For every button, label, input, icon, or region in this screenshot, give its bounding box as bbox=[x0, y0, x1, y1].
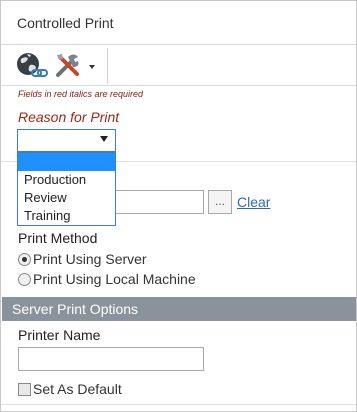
tools-menu-button[interactable] bbox=[53, 51, 97, 81]
required-fields-note: Fields in red italics are required bbox=[18, 89, 144, 99]
reason-for-print-label: Reason for Print bbox=[18, 109, 120, 125]
print-method-label: Print Method bbox=[18, 230, 98, 246]
server-print-options-header: Server Print Options bbox=[2, 297, 356, 321]
radio-button[interactable] bbox=[18, 252, 31, 266]
printer-name-label: Printer Name bbox=[18, 327, 101, 343]
dropdown-option-production[interactable]: Production bbox=[18, 171, 115, 189]
set-as-default-row[interactable]: Set As Default bbox=[18, 380, 122, 398]
toolbar bbox=[1, 46, 356, 86]
dropdown-option-blank[interactable] bbox=[18, 153, 115, 171]
dropdown-option-review[interactable]: Review bbox=[18, 189, 115, 207]
reason-select[interactable] bbox=[17, 129, 116, 152]
set-as-default-checkbox[interactable] bbox=[18, 382, 31, 396]
clear-link[interactable]: Clear bbox=[237, 194, 270, 210]
bottom-divider bbox=[1, 404, 356, 405]
dropdown-option-training[interactable]: Training bbox=[18, 207, 115, 225]
radio-print-local[interactable]: Print Using Local Machine bbox=[18, 270, 196, 288]
set-as-default-label: Set As Default bbox=[33, 381, 122, 397]
radio-button[interactable] bbox=[18, 272, 31, 286]
reason-dropdown-list: Production Review Training bbox=[17, 152, 116, 226]
toolbar-separator bbox=[107, 48, 108, 84]
chevron-down-icon bbox=[89, 65, 95, 69]
radio-label: Print Using Local Machine bbox=[33, 271, 196, 287]
tools-icon bbox=[56, 54, 95, 77]
dropdown-arrow-icon bbox=[100, 136, 108, 142]
controlled-print-panel: Controlled Print Fields in red italics a… bbox=[0, 0, 357, 412]
browse-button[interactable]: ... bbox=[208, 190, 232, 214]
panel-title: Controlled Print bbox=[1, 1, 356, 45]
globe-link-icon[interactable] bbox=[15, 51, 49, 81]
printer-name-input[interactable] bbox=[18, 347, 204, 371]
radio-print-server[interactable]: Print Using Server bbox=[18, 250, 147, 268]
radio-label: Print Using Server bbox=[33, 251, 147, 267]
